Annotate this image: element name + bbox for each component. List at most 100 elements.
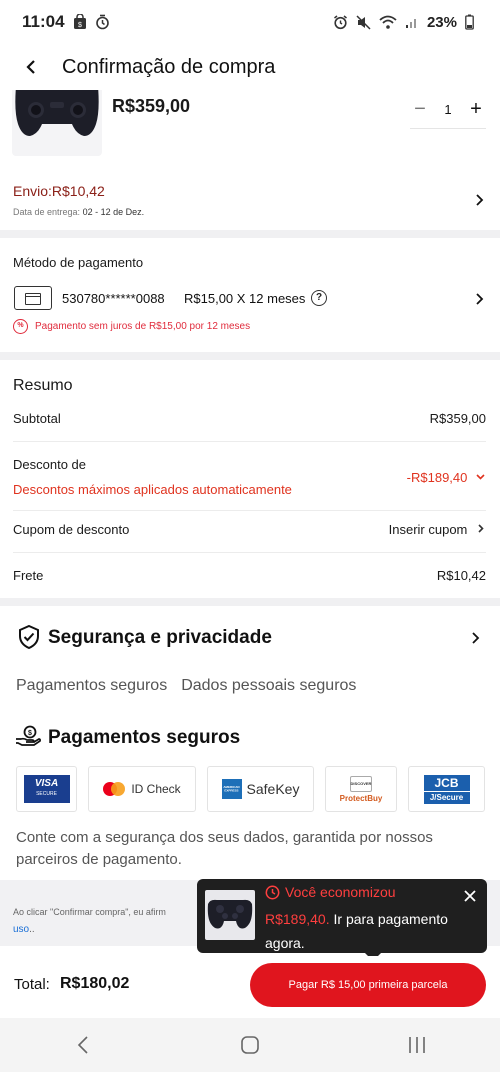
chevron-left-icon <box>26 60 35 74</box>
pay-first-installment-button[interactable]: Pagar R$ 15,00 primeira parcela <box>250 963 486 1007</box>
section-divider <box>0 230 500 238</box>
signal-icon <box>405 19 416 28</box>
recents-icon <box>408 1037 425 1053</box>
visa-secure-logo: VISA SECURE <box>16 766 77 812</box>
delivery-dates: 02 - 12 de Dez. <box>82 207 145 217</box>
jcb-text: JCB <box>423 774 470 791</box>
chevron-right-icon[interactable] <box>470 632 480 644</box>
back-button[interactable] <box>0 44 62 90</box>
summary-title: Resumo <box>13 377 73 394</box>
increment-button[interactable]: + <box>466 98 486 121</box>
system-navigation-bar <box>0 1018 500 1072</box>
timer-icon <box>95 14 109 30</box>
alarm-icon <box>334 14 347 29</box>
savings-headline-text: Você economizou <box>285 884 396 900</box>
shipping-value: R$10,42 <box>436 568 486 583</box>
quantity-stepper[interactable]: − 1 + <box>410 94 486 124</box>
shipping-label: Frete <box>13 568 44 583</box>
mastercard-id-check-logo: ID Check <box>88 766 196 812</box>
battery-percent: 23% <box>426 13 457 31</box>
shield-check-icon <box>19 625 39 649</box>
jsecure-text: J/Secure <box>423 791 470 804</box>
controller-icon <box>15 90 99 136</box>
shopping-bag-icon: $ <box>73 14 86 29</box>
safekey-text: SafeKey <box>246 781 300 797</box>
amex-safekey-logo: AMERICAN EXPRESS SafeKey <box>207 766 314 812</box>
discount-value: -R$189,40 <box>406 469 468 485</box>
svg-text:$: $ <box>78 22 82 29</box>
interest-free-notice: % Pagamento sem juros de R$15,00 por 12 … <box>13 319 250 334</box>
shipping-row: Frete R$10,42 <box>13 568 486 583</box>
back-icon <box>78 1036 88 1054</box>
delivery-date: Data de entrega: 02 - 12 de Dez. <box>13 207 144 217</box>
stepper-divider <box>410 128 486 129</box>
product-section[interactable]: R$359,00 − 1 + Envio:R$10,42 Data de ent… <box>0 90 500 230</box>
row-divider <box>13 510 486 511</box>
payment-logos: VISA SECURE ID Check AMERICAN EXPRESS Sa… <box>16 766 485 812</box>
chevron-right-icon[interactable] <box>475 523 486 534</box>
shipping-cost: Envio:R$10,42 <box>13 183 105 199</box>
coupon-row[interactable]: Cupom de desconto Inserir cupom <box>13 522 486 553</box>
security-tabs: Pagamentos seguros Dados pessoais seguro… <box>16 677 356 695</box>
discount-text: Desconto de Descontos máximos aplicados … <box>13 457 292 497</box>
payment-method-section[interactable]: Método de pagamento 530780******0088 R$1… <box>0 240 500 352</box>
savings-amount: R$189,40. <box>265 911 330 927</box>
chevron-down-icon[interactable] <box>475 471 486 482</box>
chevron-right-icon[interactable] <box>474 194 484 206</box>
card-number: 530780******0088 <box>62 291 165 306</box>
mastercard-icon <box>103 782 126 796</box>
interest-free-text: Pagamento sem juros de R$15,00 por 12 me… <box>35 321 251 332</box>
subtotal-row: Subtotal R$359,00 <box>13 411 486 442</box>
terms-suffix: .. <box>29 924 35 935</box>
chevron-right-icon[interactable] <box>474 293 484 305</box>
payment-method-label: Método de pagamento <box>13 255 144 270</box>
protectbuy-text: ProtectBuy <box>339 793 383 803</box>
clock-icon <box>265 885 280 899</box>
security-title: Segurança e privacidade <box>48 627 272 648</box>
security-section: Segurança e privacidade Pagamentos segur… <box>0 608 500 878</box>
product-price: R$359,00 <box>112 96 191 116</box>
discount-row[interactable]: Desconto de Descontos máximos aplicados … <box>13 457 486 511</box>
section-divider <box>0 598 500 606</box>
battery-icon <box>465 14 474 30</box>
subtotal-label: Subtotal <box>13 411 61 426</box>
row-divider <box>13 441 486 442</box>
mute-icon <box>356 14 371 30</box>
discover-icon: DISCOVER <box>350 775 372 792</box>
discover-protectbuy-logo: DISCOVER ProtectBuy <box>325 766 397 812</box>
savings-tooltip[interactable]: Você economizou R$189,40. Ir para pagame… <box>197 879 487 961</box>
wifi-icon <box>379 15 397 29</box>
amex-icon: AMERICAN EXPRESS <box>221 779 242 799</box>
page-title: Confirmação de compra <box>62 55 276 78</box>
help-icon[interactable]: ? <box>311 290 327 306</box>
total-value: R$180,02 <box>60 975 130 992</box>
insert-coupon-link[interactable]: Inserir cupom <box>389 522 468 537</box>
nav-back-button[interactable] <box>53 1025 113 1065</box>
savings-headline: Você economizou <box>265 884 396 900</box>
savings-message: R$189,40. Ir para pagamento agora. <box>265 907 465 955</box>
security-description: Conte com a segurança dos seus dados, ga… <box>16 829 433 868</box>
nav-recents-button[interactable] <box>387 1025 447 1065</box>
id-check-text: ID Check <box>131 782 181 796</box>
secure-payments-title: Pagamentos seguros <box>48 727 241 748</box>
credit-card-icon <box>14 286 52 310</box>
order-summary: Resumo Subtotal R$359,00 Desconto de Des… <box>0 362 500 598</box>
tab-secure-payments[interactable]: Pagamentos seguros <box>16 677 167 695</box>
terms-of-use: uso.. <box>13 924 35 935</box>
discount-label: Desconto de <box>13 457 86 472</box>
subtotal-value: R$359,00 <box>429 411 486 426</box>
row-divider <box>13 552 486 553</box>
product-image <box>12 90 102 156</box>
discount-subtitle: Descontos máximos aplicados automaticame… <box>13 482 292 497</box>
tab-secure-personal-data[interactable]: Dados pessoais seguros <box>181 677 356 695</box>
nav-home-button[interactable] <box>220 1025 280 1065</box>
coupon-label: Cupom de desconto <box>13 522 130 537</box>
page-header: Confirmação de compra <box>0 44 500 90</box>
hand-coin-icon: $ <box>16 725 41 746</box>
home-icon <box>241 1036 259 1054</box>
decrement-button[interactable]: − <box>410 98 430 121</box>
terms-link[interactable]: uso <box>13 924 29 935</box>
status-time: 11:04 <box>22 12 65 31</box>
controller-icon <box>207 899 253 929</box>
close-icon[interactable] <box>463 889 477 903</box>
